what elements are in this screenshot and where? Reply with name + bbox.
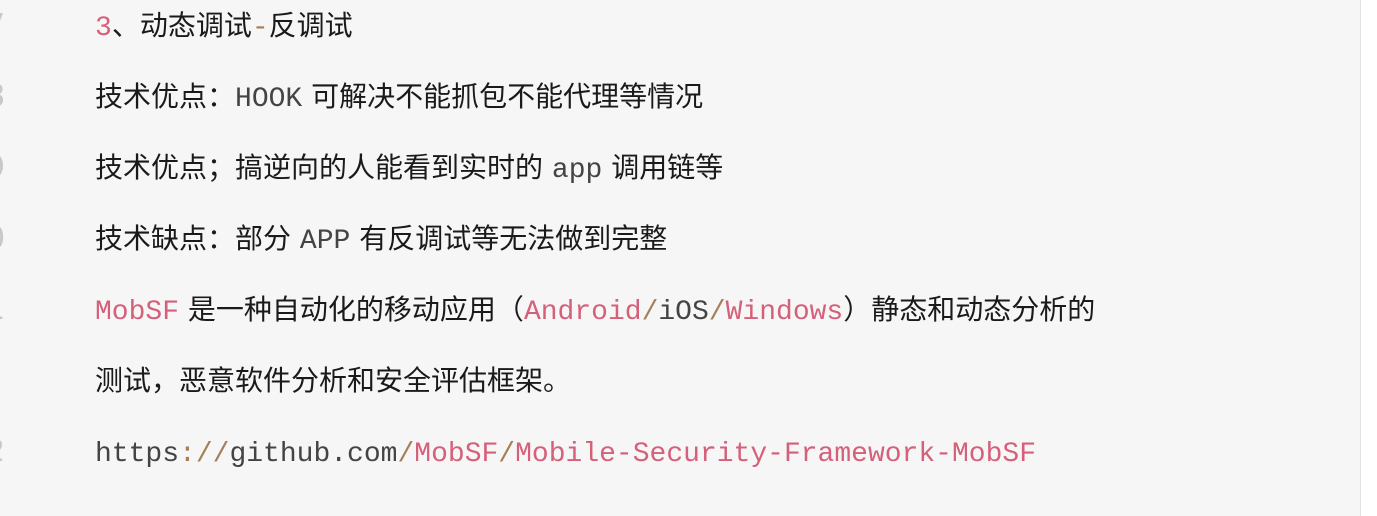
line-number: 7 [0, 6, 26, 46]
line-text: 有反调试等无法做到完整 [359, 222, 668, 255]
url-path: Mobile-Security-Framework-MobSF [515, 439, 1036, 470]
line-number: 2 [0, 432, 26, 472]
line-text: 技术优点；搞逆向的人能看到实时的 [95, 151, 544, 184]
inline-code: iOS [658, 297, 709, 328]
slash: / [708, 297, 726, 328]
line-text: 反调试 [268, 9, 353, 42]
text-line[interactable]: 技术优点；搞逆向的人能看到实时的 app 调用链等 [95, 148, 723, 188]
inline-code: Windows [725, 297, 844, 328]
line-number: 0 [0, 219, 26, 259]
line-number: 9 [0, 148, 26, 188]
editor-content[interactable]: 3、动态调试-反调试 技术优点：HOOK 可解决不能抓包不能代理等情况 技术优点… [40, 0, 1360, 516]
slash: / [498, 439, 516, 470]
slash: / [641, 297, 659, 328]
line-number: 1 [0, 290, 26, 330]
inline-code: APP [299, 226, 351, 257]
line-number-gutter: 7 8 9 0 1 2 [0, 0, 40, 516]
line-text: 测试，恶意软件分析和安全评估框架。 [95, 364, 572, 397]
slash: / [397, 439, 415, 470]
text-line[interactable]: 3、动态调试-反调试 [95, 6, 353, 46]
separator: 、 [111, 9, 140, 42]
line-number: 8 [0, 77, 26, 117]
line-text: 动态调试 [139, 9, 252, 42]
line-text: 是一种自动化的移动应用（ [187, 293, 524, 326]
line-text: 技术缺点：部分 [95, 222, 292, 255]
list-number: 3 [95, 13, 112, 44]
dash: - [251, 13, 269, 44]
text-line[interactable]: 技术缺点：部分 APP 有反调试等无法做到完整 [95, 219, 667, 259]
line-text: 可解决不能抓包不能代理等情况 [311, 80, 704, 113]
text-line[interactable]: MobSF 是一种自动化的移动应用（Android/iOS/Windows）静态… [95, 290, 1095, 330]
url-path: MobSF [414, 439, 499, 470]
url-line[interactable]: https://github.com/MobSF/Mobile-Security… [95, 432, 1036, 472]
line-text: ）静态和动态分析的 [843, 293, 1096, 326]
url-scheme: https [95, 439, 180, 470]
inline-code: Android [523, 297, 642, 328]
line-text: 调用链等 [611, 151, 724, 184]
inline-code: MobSF [95, 297, 180, 328]
text-line-wrap[interactable]: 测试，恶意软件分析和安全评估框架。 [95, 361, 571, 401]
markdown-editor[interactable]: 7 8 9 0 1 2 3、动态调试-反调试 技术优点：HOOK 可解决不能抓包… [0, 0, 1377, 516]
inline-code: app [551, 155, 603, 186]
url-separator: :// [179, 439, 230, 470]
text-line[interactable]: 技术优点：HOOK 可解决不能抓包不能代理等情况 [95, 77, 703, 117]
line-text: 技术优点： [95, 80, 236, 113]
editor-right-margin [1361, 0, 1377, 516]
url-host: github.com [229, 439, 398, 470]
inline-code: HOOK [235, 84, 303, 115]
